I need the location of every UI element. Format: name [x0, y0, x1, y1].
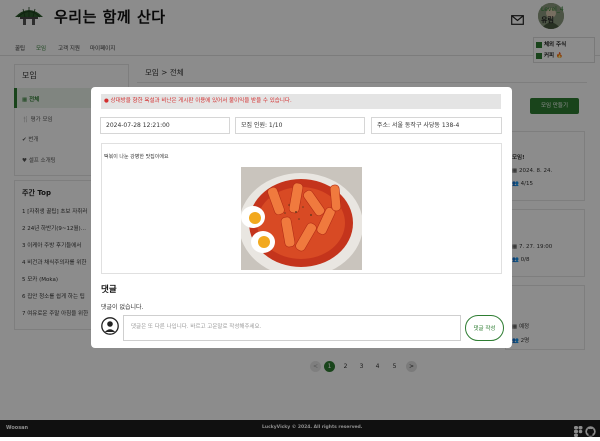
post-content-text: 떡볶이 나눈 강병한 맛집이에요	[104, 154, 169, 160]
meeting-address: 주소: 서울 동작구 사당동 138-4	[371, 117, 502, 134]
user-icon	[101, 317, 119, 335]
tteokbokki-photo	[239, 167, 363, 277]
community-warning: ● 상대방을 향한 욕설과 비난은 게시판 이용에 있어서 불이익을 받을 수 …	[101, 94, 501, 109]
no-comments-text: 댓글이 없습니다.	[101, 304, 144, 311]
recruit-count: 모집 인원: 1/10	[235, 117, 365, 134]
meeting-datetime: 2024-07-28 12:21:00	[100, 117, 230, 134]
submit-comment-button[interactable]: 댓글 작성	[465, 315, 504, 341]
comments-title: 댓글	[101, 285, 117, 295]
comment-input[interactable]: 댓글은 또 다른 나입니다. 바르고 고운말로 작성해주세요.	[123, 315, 461, 341]
